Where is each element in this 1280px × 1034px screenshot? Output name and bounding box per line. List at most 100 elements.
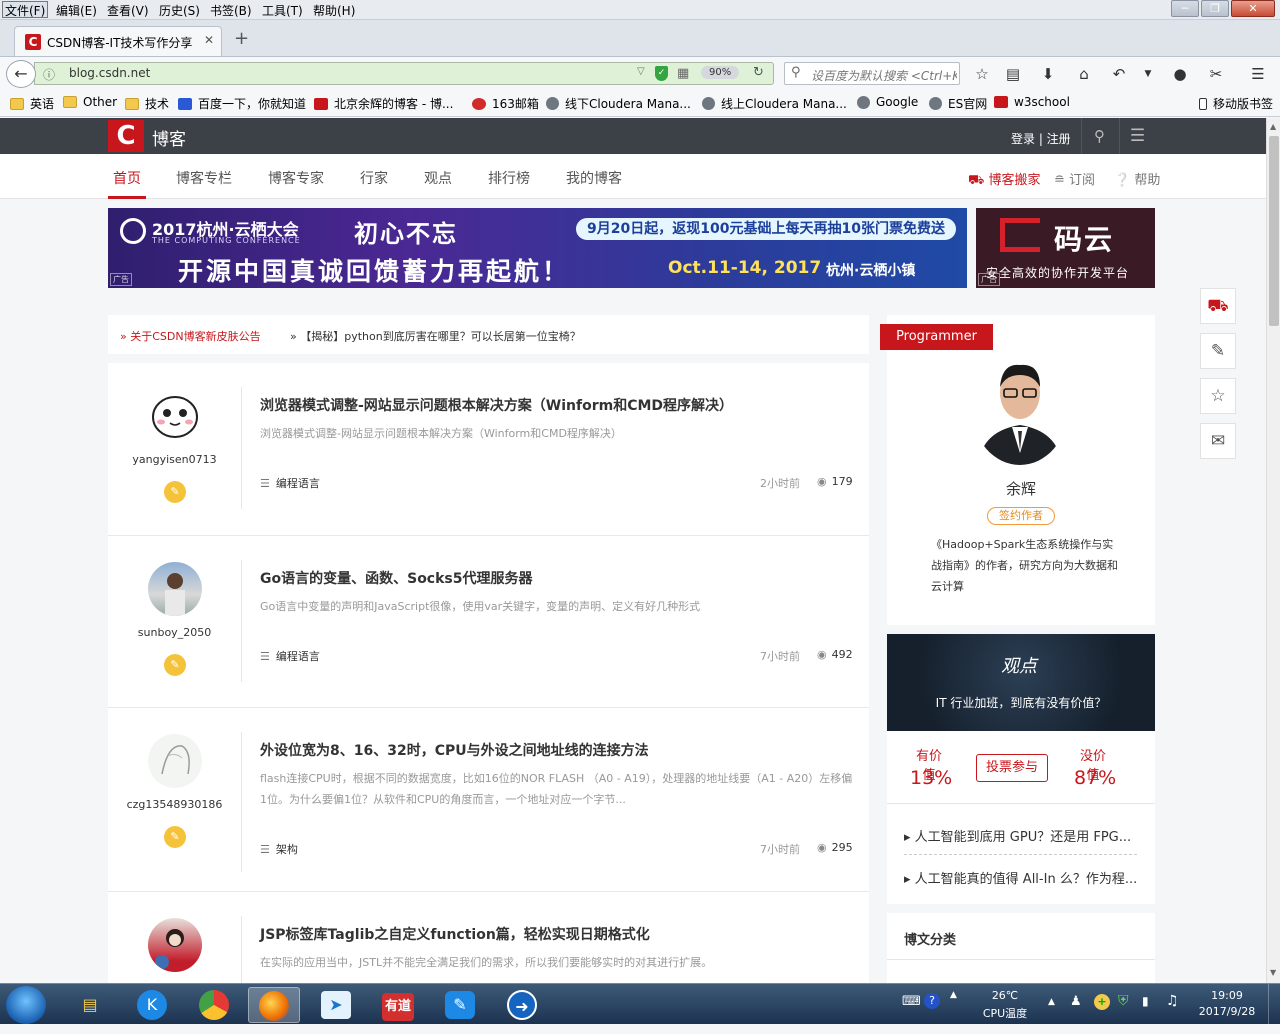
nav-blog-experts[interactable]: 博客专家 xyxy=(268,168,324,188)
nav-experts[interactable]: 行家 xyxy=(360,168,388,188)
opinion-link[interactable]: ▸ 人工智能真的值得 All-In 么？作为程... xyxy=(904,868,1137,887)
vote-button[interactable]: 投票参与 xyxy=(976,754,1048,782)
menu-tools[interactable]: 工具(T) xyxy=(260,2,305,19)
show-hidden-icons[interactable]: ▲ xyxy=(1048,997,1055,1007)
author-name[interactable]: yangyisen0713 xyxy=(108,453,241,466)
bookmark-cloudera-online[interactable]: 线上Cloudera Mana... xyxy=(702,95,847,112)
maximize-button[interactable]: ❐ xyxy=(1201,0,1229,17)
article-title[interactable]: 外设位宽为8、16、32时，CPU与外设之间地址线的连接方法 xyxy=(260,740,649,760)
author-name[interactable]: czg13548930186 xyxy=(108,798,241,811)
address-bar[interactable]: ⓘ blog.csdn.net ▽ ✓ ▦ 90% ↻ xyxy=(34,62,774,85)
bookmark-es[interactable]: ES官网 xyxy=(929,95,987,112)
url-dropdown-icon[interactable]: ▽ xyxy=(637,66,645,77)
chrome-icon[interactable] xyxy=(188,987,240,1023)
bookmark-cloudera-offline[interactable]: 线下Cloudera Mana... xyxy=(546,95,691,112)
undo-icon[interactable]: ↶ xyxy=(1108,63,1130,85)
help-link[interactable]: ❔ 帮助 xyxy=(1114,169,1160,188)
menu-view[interactable]: 查看(V) xyxy=(105,2,151,19)
user-avatar[interactable] xyxy=(148,918,202,972)
menu-help[interactable]: 帮助(H) xyxy=(311,2,357,19)
article-category[interactable]: ☰ 架构 xyxy=(260,841,298,857)
shield-tray-icon[interactable]: ⛨ xyxy=(1118,993,1129,1009)
hamburger-menu-icon[interactable]: ☰ xyxy=(1247,63,1269,85)
browser-tab[interactable]: C CSDN博客-IT技术写作分享 ✕ xyxy=(14,26,222,56)
article-category[interactable]: ☰ 编程语言 xyxy=(260,475,320,491)
bookmark-google[interactable]: Google xyxy=(857,95,918,109)
side-edit-icon[interactable]: ✎ xyxy=(1200,333,1236,369)
screenshot-icon[interactable]: ✂ xyxy=(1205,63,1227,85)
menu-history[interactable]: 历史(S) xyxy=(157,2,202,19)
undo-dropdown-icon[interactable]: ▼ xyxy=(1137,63,1159,85)
side-truck-icon[interactable]: ⛟ xyxy=(1200,288,1236,324)
scroll-down-icon[interactable]: ▼ xyxy=(1270,968,1276,977)
reading-list-icon[interactable]: ▤ xyxy=(1002,63,1024,85)
chat-icon[interactable]: ● xyxy=(1169,63,1191,85)
new-tab-button[interactable]: + xyxy=(234,28,249,49)
bookmark-baidu[interactable]: 百度一下，你就知道 xyxy=(178,95,306,112)
plus-tray-icon[interactable]: + xyxy=(1094,994,1110,1010)
nav-my-blog[interactable]: 我的博客 xyxy=(566,168,622,188)
zoom-level[interactable]: 90% xyxy=(701,66,740,79)
nav-opinions[interactable]: 观点 xyxy=(424,168,452,188)
network-signal-icon[interactable]: ▮ xyxy=(1142,994,1149,1008)
menu-edit[interactable]: 编辑(E) xyxy=(54,2,99,19)
csdn-logo[interactable]: C xyxy=(108,120,144,152)
security-shield-icon[interactable]: ✓ xyxy=(655,66,668,81)
kuaibo-icon[interactable]: K xyxy=(126,987,178,1023)
menu-icon[interactable]: ☰ xyxy=(1119,118,1155,154)
nav-blog-columns[interactable]: 博客专栏 xyxy=(176,168,232,188)
bookmark-w3school[interactable]: w3school xyxy=(994,95,1070,109)
volume-icon[interactable]: ♫ xyxy=(1166,993,1179,1009)
login-register-link[interactable]: 登录 | 注册 xyxy=(1011,130,1071,147)
url-text[interactable]: blog.csdn.net xyxy=(69,66,150,80)
qr-code-icon[interactable]: ▦ xyxy=(677,66,689,81)
clock-date[interactable]: 2017/9/28 xyxy=(1194,1005,1260,1018)
user-avatar[interactable] xyxy=(148,734,202,788)
menu-bookmarks[interactable]: 书签(B) xyxy=(208,2,254,19)
notice-link-1[interactable]: » 关于CSDN博客新皮肤公告 xyxy=(120,328,261,344)
article-title[interactable]: 浏览器模式调整-网站显示问题根本解决方案（Winform和CMD程序解决） xyxy=(260,395,733,415)
youdao-icon[interactable]: 有道 xyxy=(372,987,424,1023)
subscribe-link[interactable]: ≘ 订阅 xyxy=(1054,169,1095,188)
scroll-up-icon[interactable]: ▲ xyxy=(1270,122,1276,131)
bookmark-163-mail[interactable]: 163邮箱 xyxy=(472,95,539,112)
blog-move-link[interactable]: ⛟ 博客搬家 xyxy=(968,169,1041,190)
bookmark-folder-english[interactable]: 英语 xyxy=(10,95,54,112)
bookmark-star-icon[interactable]: ☆ xyxy=(971,63,993,85)
nav-ranking[interactable]: 排行榜 xyxy=(488,168,530,188)
article-category[interactable]: ☰ 编程语言 xyxy=(260,648,320,664)
arrow-app-icon[interactable]: ➜ xyxy=(496,987,548,1023)
computing-conference-banner[interactable]: 2017杭州·云栖大会 THE COMPUTING CONFERENCE 初心不… xyxy=(108,208,967,288)
site-info-icon[interactable]: ⓘ xyxy=(43,66,55,83)
bookmark-csdn-blog[interactable]: 北京余辉的博客 - 博... xyxy=(314,95,453,112)
notes-app-icon[interactable]: ✎ xyxy=(434,987,486,1023)
file-explorer-icon[interactable]: ▤ xyxy=(64,987,116,1023)
bird-app-icon[interactable]: ➤ xyxy=(310,987,362,1023)
profile-avatar[interactable] xyxy=(972,353,1068,465)
user-avatar[interactable] xyxy=(148,389,202,443)
search-icon[interactable]: ⚲ xyxy=(1081,118,1117,154)
profile-name[interactable]: 余辉 xyxy=(887,478,1155,499)
help-tray-icon[interactable]: ? xyxy=(924,993,940,1009)
article-title[interactable]: JSP标签库Taglib之自定义function篇，轻松实现日期格式化 xyxy=(260,924,650,944)
clock-time[interactable]: 19:09 xyxy=(1194,989,1260,1002)
bookmark-folder-tech[interactable]: 技术 xyxy=(125,95,169,112)
scroll-thumb[interactable] xyxy=(1269,136,1279,326)
search-box[interactable]: ⚲ 设百度为默认搜索 <Ctrl+K xyxy=(784,62,960,85)
keyboard-icon[interactable]: ⌨ xyxy=(902,994,921,1009)
nav-home[interactable]: 首页 xyxy=(113,168,141,188)
menu-file[interactable]: 文件(F) xyxy=(2,1,49,18)
site-brand[interactable]: 博客 xyxy=(152,125,186,150)
download-icon[interactable]: ⬇ xyxy=(1037,63,1059,85)
opinion-banner[interactable]: 观点 IT 行业加班，到底有没有价值？ xyxy=(887,634,1155,731)
page-scrollbar[interactable]: ▲ ▼ xyxy=(1266,118,1280,983)
user-avatar[interactable] xyxy=(148,562,202,616)
opinion-link[interactable]: ▸ 人工智能到底用 GPU？还是用 FPG... xyxy=(904,826,1131,845)
firefox-icon[interactable] xyxy=(248,987,300,1023)
side-feedback-icon[interactable]: ✉ xyxy=(1200,423,1236,459)
author-name[interactable]: sunboy_2050 xyxy=(108,626,241,639)
home-icon[interactable]: ⌂ xyxy=(1073,63,1095,85)
article-title[interactable]: Go语言的变量、函数、Socks5代理服务器 xyxy=(260,568,533,588)
bookmark-folder-other[interactable]: Other xyxy=(63,95,117,109)
side-user-star-icon[interactable]: ☆ xyxy=(1200,378,1236,414)
